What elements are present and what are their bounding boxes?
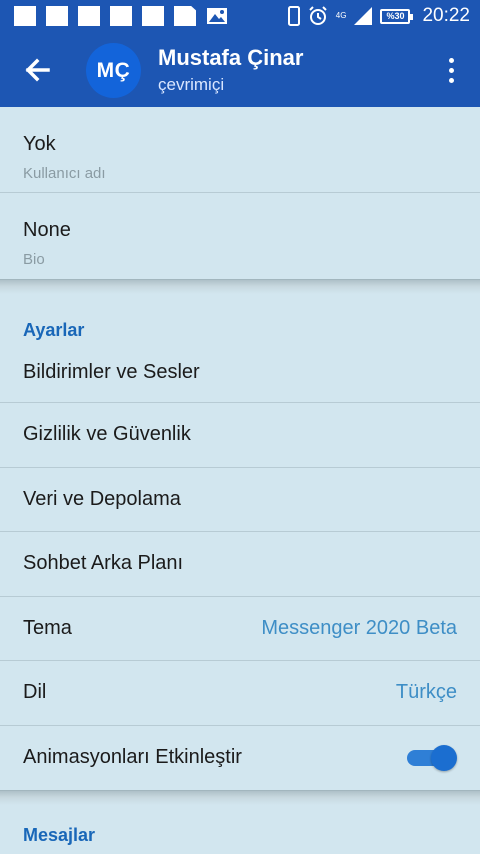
settings-item-data-storage[interactable]: Veri ve Depolama <box>0 468 480 532</box>
section-divider <box>0 790 480 805</box>
online-status: çevrimiçi <box>158 75 225 94</box>
settings-item-label: Veri ve Depolama <box>23 487 181 510</box>
settings-item-animations[interactable]: Animasyonları Etkinleştir <box>0 726 480 791</box>
settings-item-label: Sohbet Arka Planı <box>23 552 184 575</box>
settings-item-label: Bildirimler ve Sesler <box>23 361 200 383</box>
settings-item-label: Dil <box>23 681 47 704</box>
signal-icon <box>354 7 373 25</box>
battery-icon: %30 <box>380 8 414 24</box>
avatar[interactable]: MÇ <box>86 43 141 98</box>
username-label: Kullanıcı adı <box>23 165 106 182</box>
more-vert-icon <box>448 57 454 63</box>
settings-item-label: Tema <box>23 616 72 639</box>
image-icon <box>206 6 228 26</box>
notification-icon <box>78 6 100 26</box>
alarm-icon <box>309 6 327 25</box>
bio-row[interactable]: None Bio <box>0 193 480 279</box>
settings-item-label: Gizlilik ve Güvenlik <box>23 423 191 446</box>
more-options-button[interactable] <box>440 54 462 86</box>
back-button[interactable] <box>20 54 54 86</box>
clock: 20:22 <box>422 5 470 26</box>
profile-name: Mustafa Çinar <box>158 45 304 70</box>
language-value: Türkçe <box>395 681 457 704</box>
messages-section-title: Mesajlar <box>23 825 96 845</box>
settings-item-theme[interactable]: Tema Messenger 2020 Beta <box>0 597 480 661</box>
arrow-left-icon <box>25 58 50 82</box>
phone-icon <box>287 6 300 26</box>
bio-label: Bio <box>23 251 45 268</box>
section-divider <box>0 279 480 294</box>
file-icon <box>174 6 196 26</box>
animations-toggle[interactable] <box>407 744 457 771</box>
settings-item-notifications[interactable]: Bildirimler ve Sesler <box>0 343 480 403</box>
notification-icon <box>14 6 36 26</box>
status-bar: 4G %30 20:22 <box>0 0 480 32</box>
notification-icons <box>14 6 228 26</box>
settings-item-privacy[interactable]: Gizlilik ve Güvenlik <box>0 403 480 468</box>
username-row[interactable]: Yok Kullanıcı adı <box>0 107 480 193</box>
settings-item-language[interactable]: Dil Türkçe <box>0 661 480 726</box>
bio-value: None <box>23 219 71 241</box>
username-value: Yok <box>23 133 56 155</box>
notification-icon <box>142 6 164 26</box>
settings-section-title: Ayarlar <box>23 320 85 340</box>
notification-icon <box>110 6 132 26</box>
settings-content: Yok Kullanıcı adı None Bio Ayarlar Bildi… <box>0 107 480 846</box>
settings-item-label: Animasyonları Etkinleştir <box>23 746 242 769</box>
theme-value: Messenger 2020 Beta <box>261 616 457 639</box>
settings-item-chat-background[interactable]: Sohbet Arka Planı <box>0 532 480 597</box>
network-type: 4G <box>335 11 347 20</box>
notification-icon <box>46 6 68 26</box>
app-bar: MÇ Mustafa Çinar çevrimiçi <box>0 32 480 107</box>
